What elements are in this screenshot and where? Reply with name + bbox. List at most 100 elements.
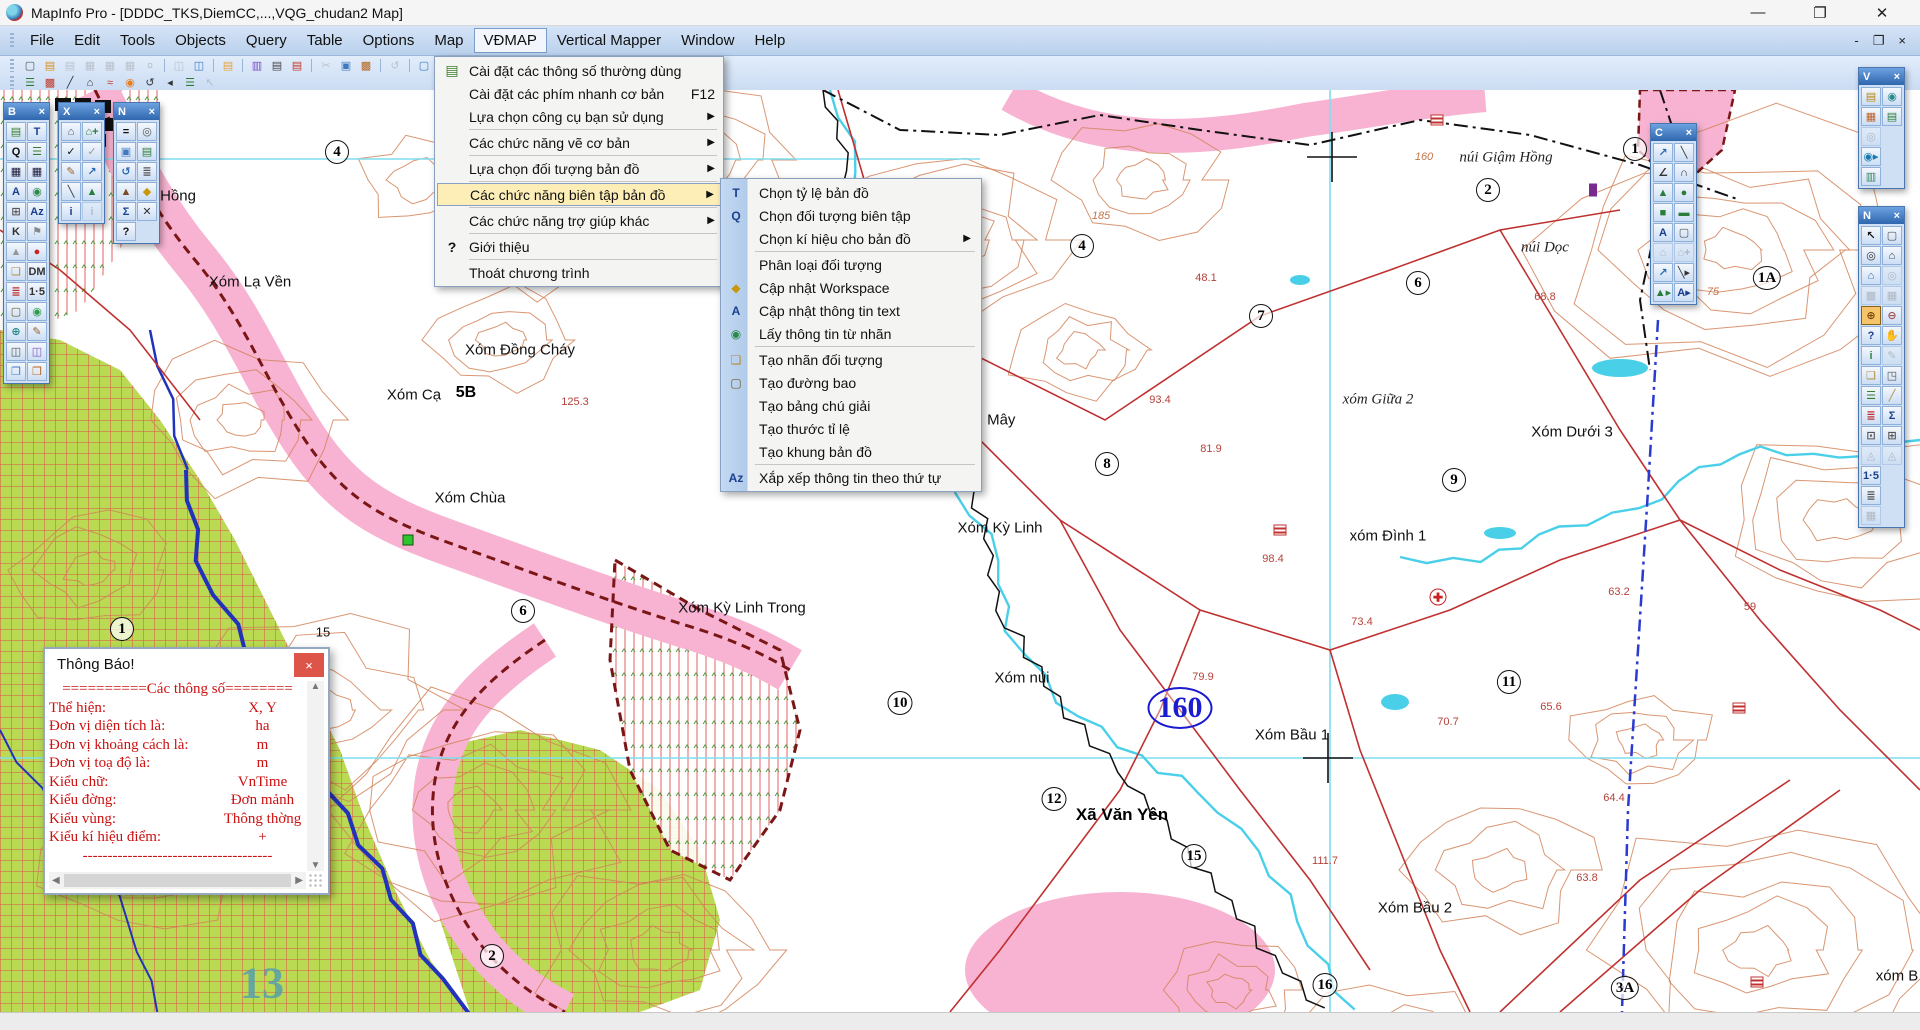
close-icon[interactable]: × [1686,127,1692,139]
tool-icon[interactable]: ⌂ [1861,266,1881,285]
tool-icon[interactable]: ╱ [1882,386,1902,405]
submenu-item-chọn-tỷ-lệ-bản-đồ[interactable]: TChọn tỷ lệ bản đồ [723,181,979,204]
tool-icon[interactable]: ◫ [6,342,26,361]
tool-icon[interactable]: ☰ [27,142,47,161]
vm-region-info-button[interactable]: ⌂ [81,75,99,90]
tool-icon[interactable]: ● [27,242,47,261]
vm-select-button[interactable]: ↖ [201,75,219,90]
tool-icon[interactable]: ↖ [1861,226,1881,245]
tool-icon[interactable]: ◎ [137,122,157,141]
close-icon[interactable]: × [94,106,100,118]
tool-icon[interactable]: ❏ [1861,366,1881,385]
tool-icon[interactable]: ▤ [6,122,26,141]
tool-icon[interactable]: ◆ [137,182,157,201]
tool-icon[interactable]: ⌂ [1653,243,1673,262]
open-layout-button[interactable]: ▦ [121,58,139,73]
tool-icon[interactable]: ◎ [1861,127,1881,146]
tool-icon[interactable]: ╲ [1674,143,1694,162]
submenu-item-tạo-đường-bao[interactable]: ▢Tạo đường bao [723,371,979,394]
open-browser-button[interactable]: ▦ [101,58,119,73]
tool-icon[interactable]: i [1861,346,1881,365]
submenu-item-tạo-nhãn-đối-tượng[interactable]: ❏Tạo nhãn đối tượng [723,348,979,371]
tool-icon[interactable]: T [27,122,47,141]
tool-icon[interactable]: ▲ [6,242,26,261]
tool-icon[interactable]: ⊞ [6,202,26,221]
tool-icon[interactable]: ⊡ [1861,426,1881,445]
vm-3d-layers-button[interactable]: ☰ [181,75,199,90]
tool-icon[interactable]: ⊖ [1882,306,1902,325]
tool-icon[interactable]: ↗ [1653,263,1673,282]
print-preview-button[interactable]: ▥ [248,58,266,73]
menu-item-thoát-chương-trình[interactable]: Thoát chương trình [437,261,721,284]
tool-icon[interactable]: DM [27,262,47,281]
submenu-item-cập-nhật-workspace[interactable]: ◆Cập nhật Workspace [723,276,979,299]
tool-icon[interactable]: ⌂ [1882,246,1902,265]
tool-icon[interactable]: ✓ [82,142,102,161]
submenu-item-phân-loại-đối-tượng[interactable]: Phân loại đối tượng [723,253,979,276]
tool-icon[interactable]: ↗ [1653,143,1673,162]
vm-grid-color-button[interactable]: ◉ [121,75,139,90]
tool-icon[interactable]: ▲ [82,182,102,201]
vm-point-to-grid-button[interactable]: ▩ [41,75,59,90]
tool-icon[interactable]: ☰ [1861,386,1881,405]
menu-table[interactable]: Table [297,28,353,53]
open-workspace-button[interactable]: ▤ [61,58,79,73]
tool-icon[interactable]: ⌂+ [82,122,102,141]
minimize-button[interactable]: — [1744,4,1772,22]
vm-rotate-view-button[interactable]: ↺ [141,75,159,90]
menu-item-cài-đặt-các-thông-số-thường-dù[interactable]: ▤Cài đặt các thông số thường dùng [437,59,721,82]
submenu-item-chọn-đối-tượng-biên-tập[interactable]: QChọn đối tượng biên tập [723,204,979,227]
tool-icon[interactable]: ◉ [27,182,47,201]
tool-icon[interactable]: ≣ [6,282,26,301]
submenu-item-chọn-kí-hiệu-cho-bản-đồ[interactable]: Chọn kí hiệu cho bản đồ▶ [723,227,979,250]
menu-options[interactable]: Options [353,28,425,53]
save-table-button[interactable]: ◫ [170,58,188,73]
print-button[interactable]: ▤ [268,58,286,73]
tool-icon[interactable]: ■ [1653,203,1673,222]
tool-icon[interactable]: A▸ [1674,283,1694,302]
tool-icon[interactable]: ✎ [61,162,81,181]
close-icon[interactable]: × [1894,210,1900,222]
tool-icon[interactable]: ↗ [82,162,102,181]
tool-icon[interactable]: ? [1861,326,1881,345]
tool-icon[interactable]: ◎ [1882,266,1902,285]
mdi-restore-button[interactable]: ❐ [1873,33,1885,49]
tool-icon[interactable]: i [61,202,81,221]
tool-icon[interactable]: ▦ [1882,286,1902,305]
tool-icon[interactable]: ◬ [1861,446,1881,465]
tool-icon[interactable]: ? [116,222,136,241]
vm-profile-chart-button[interactable]: ≈ [101,75,119,90]
menu-objects[interactable]: Objects [165,28,236,53]
print-export-button[interactable]: ▤ [288,58,306,73]
menu-item-lựa-chọn-đối-tượng-bản-đồ[interactable]: Lựa chọn đối tượng bản đồ▶ [437,157,721,180]
scroll-up-icon[interactable]: ▲ [311,681,321,692]
tool-icon[interactable]: ❒ [27,362,47,381]
tool-icon[interactable]: ⚑ [27,222,47,241]
tool-icon[interactable]: K [6,222,26,241]
tool-icon[interactable]: ▤ [1882,107,1902,126]
menu-help[interactable]: Help [744,28,795,53]
tool-icon[interactable]: ▢ [1674,223,1694,242]
copy-button[interactable]: ▣ [337,58,355,73]
notice-horizontal-scrollbar[interactable]: ◀▶ [49,872,306,889]
scroll-left-icon[interactable]: ◀ [52,875,60,886]
paste-button[interactable]: ▩ [357,58,375,73]
scroll-thumb[interactable] [64,874,292,887]
tool-icon[interactable]: ◫ [27,342,47,361]
tool-icon[interactable]: 1·5 [27,282,47,301]
tool-icon[interactable]: 1·5 [1861,466,1881,485]
tool-icon[interactable]: ≣ [1861,486,1881,505]
menu-map[interactable]: Map [424,28,473,53]
tool-icon[interactable]: ╲ [61,182,81,201]
submenu-item-cập-nhật-thông-tin-text[interactable]: ACập nhật thông tin text [723,299,979,322]
notice-vertical-scrollbar[interactable]: ▲▼ [307,681,324,871]
submenu-item-tạo-bảng-chú-giải[interactable]: Tạo bảng chú giải [723,394,979,417]
tool-icon[interactable]: Σ [116,202,136,221]
close-icon[interactable]: × [149,106,155,118]
open-folder-button[interactable]: ▤ [219,58,237,73]
menu-item-các-chức-năng-biên-tập-bản-đồ[interactable]: Các chức năng biên tập bản đồ▶ [437,183,721,206]
tool-icon[interactable]: ✓ [61,142,81,161]
menu-item-các-chức-năng-vẽ-cơ-bản[interactable]: Các chức năng vẽ cơ bản▶ [437,131,721,154]
tool-icon[interactable]: ▤ [1861,87,1881,106]
restore-button[interactable]: ❐ [1806,4,1834,22]
